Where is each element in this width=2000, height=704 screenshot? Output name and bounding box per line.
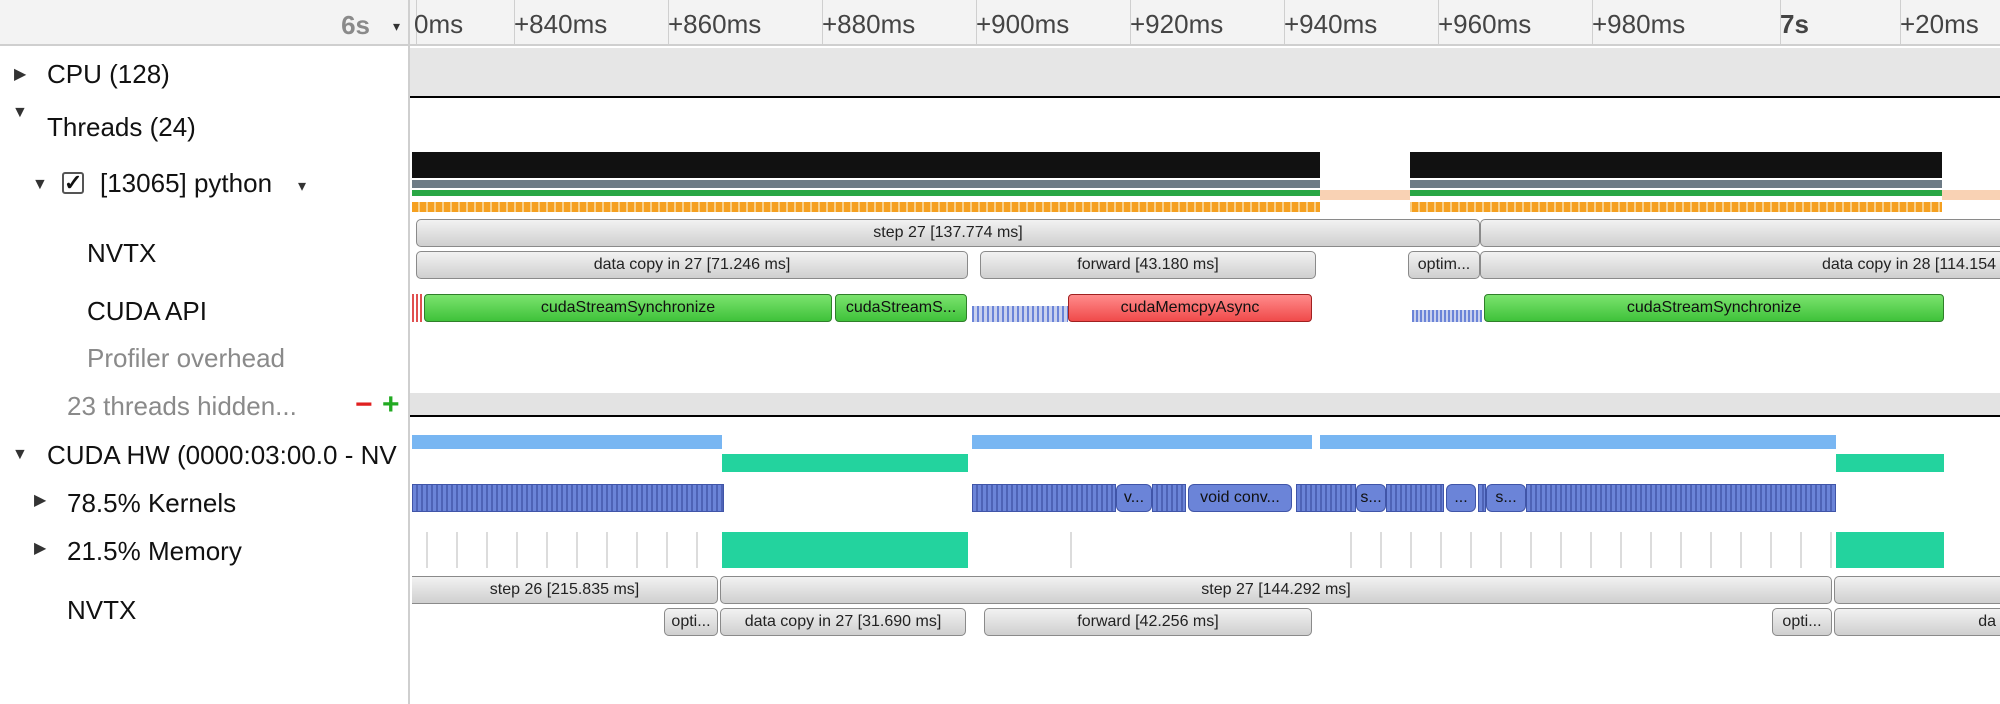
nvtx-range-forward[interactable]: forward [43.180 ms] <box>980 251 1316 279</box>
api-call-stream-sync[interactable]: cudaStreamS... <box>835 294 967 322</box>
memory-small-ops <box>412 532 722 568</box>
gpu-utilization-bar <box>1320 435 1836 449</box>
tree-item-threads[interactable]: Threads (24) <box>47 112 196 143</box>
tree-item-profiler-overhead[interactable]: Profiler overhead <box>87 343 285 374</box>
hidden-threads-label[interactable]: 23 threads hidden... <box>67 391 297 422</box>
nvtx-range-data-copy-28[interactable]: data copy in 28 [114.154 <box>1480 251 2000 279</box>
thread-gap <box>1320 202 1410 212</box>
kernel-block[interactable]: ... <box>1446 484 1476 512</box>
thread-state-bar <box>1410 180 1942 188</box>
kernel-stream[interactable] <box>412 484 724 512</box>
kernel-stream[interactable] <box>1526 484 1836 512</box>
tree-panel: 6s ▾ ▶ CPU (128) ▼ Threads (24) ▼ ✓ [130… <box>0 0 410 704</box>
nvtx-range-data-copy-hw[interactable]: data copy in 27 [31.690 ms] <box>720 608 966 636</box>
zoom-level[interactable]: 6s <box>341 10 370 41</box>
nvtx-range-forward-hw[interactable]: forward [42.256 ms] <box>984 608 1312 636</box>
collapse-cuda-hw-icon[interactable]: ▼ <box>12 446 28 464</box>
nvtx-range-optim-hw[interactable]: opti... <box>664 608 718 636</box>
thread-green-bar <box>1410 190 1942 196</box>
thread-green-bar <box>412 190 1320 196</box>
nvtx-range-step-27-hw[interactable]: step 27 [144.292 ms] <box>720 576 1832 604</box>
tree-item-cuda-hw[interactable]: CUDA HW (0000:03:00.0 - NV <box>47 440 397 471</box>
nvtx-range-optim-hw[interactable]: opti... <box>1772 608 1832 636</box>
expand-cpu-icon[interactable]: ▶ <box>14 64 26 84</box>
kernel-block[interactable]: void conv... <box>1188 484 1292 512</box>
collapse-threads-icon[interactable]: ▼ <box>12 104 28 122</box>
tree-item-memory[interactable]: 21.5% Memory <box>67 536 242 567</box>
hide-thread-button[interactable]: − <box>355 388 373 422</box>
api-small-calls <box>1412 310 1482 322</box>
tree-item-kernels[interactable]: 78.5% Kernels <box>67 488 236 519</box>
kernel-stream[interactable] <box>1152 484 1186 512</box>
thread-activity-bar[interactable] <box>1410 152 1942 178</box>
thread-state-bar <box>412 180 1320 188</box>
tick-label: +920ms <box>1130 9 1224 39</box>
tick-label: +980ms <box>1592 9 1686 39</box>
show-thread-button[interactable]: + <box>382 388 400 422</box>
api-call-stream-sync[interactable]: cudaStreamSynchronize <box>424 294 832 322</box>
kernel-block[interactable]: s... <box>1486 484 1526 512</box>
kernel-block[interactable]: v... <box>1116 484 1152 512</box>
tick-label: +900ms <box>976 9 1070 39</box>
kernel-stream[interactable] <box>972 484 1116 512</box>
kernel-block[interactable]: s... <box>1356 484 1386 512</box>
tick-label: +840ms <box>514 9 608 39</box>
thread-activity-bar[interactable] <box>412 152 1320 178</box>
zoom-header: 6s ▾ <box>0 0 408 46</box>
tree-item-hw-nvtx[interactable]: NVTX <box>67 595 136 626</box>
tree-item-cpu[interactable]: CPU (128) <box>47 59 170 90</box>
collapse-process-icon[interactable]: ▼ <box>32 176 48 194</box>
kernel-stream[interactable] <box>1478 484 1486 512</box>
gpu-utilization-bar <box>412 435 722 449</box>
memory-op[interactable] <box>722 532 968 568</box>
memory-op[interactable] <box>1836 532 1944 568</box>
tick-label: +960ms <box>1438 9 1532 39</box>
gpu-utilization-bar <box>972 435 1312 449</box>
kernel-stream[interactable] <box>1296 484 1356 512</box>
gpu-memcpy-bar <box>722 454 968 472</box>
gpu-memcpy-bar <box>1836 454 1944 472</box>
api-small-calls <box>412 294 424 322</box>
memory-small-ops <box>1336 532 1836 568</box>
tree-item-process[interactable]: [13065] python <box>100 168 272 199</box>
zoom-dropdown-icon[interactable]: ▾ <box>393 18 400 35</box>
api-call-stream-sync[interactable]: cudaStreamSynchronize <box>1484 294 1944 322</box>
process-checkbox[interactable]: ✓ <box>62 172 84 194</box>
separator <box>410 415 2000 417</box>
kernel-stream[interactable] <box>1386 484 1444 512</box>
tick-label: 7s <box>1780 9 1809 39</box>
tree-item-nvtx[interactable]: NVTX <box>87 238 156 269</box>
tick-label: +860ms <box>668 9 762 39</box>
nvtx-range-step-27[interactable]: step 27 [137.774 ms] <box>416 219 1480 247</box>
api-call-memcpy-async[interactable]: cudaMemcpyAsync <box>1068 294 1312 322</box>
tree-item-cuda-api[interactable]: CUDA API <box>87 296 207 327</box>
nvtx-range-next-hw[interactable] <box>1834 576 2000 604</box>
thread-idle-bar <box>1320 190 1410 200</box>
tick-label: 0ms <box>414 9 464 39</box>
expand-memory-icon[interactable]: ▶ <box>34 538 46 558</box>
nvtx-range-next[interactable] <box>1480 219 2000 247</box>
hidden-threads-track[interactable] <box>410 393 2000 415</box>
thread-idle-bar <box>1942 190 2000 200</box>
memory-small-ops <box>1056 532 1072 568</box>
tick-label: +880ms <box>822 9 916 39</box>
expand-kernels-icon[interactable]: ▶ <box>34 490 46 510</box>
nvtx-range-optim[interactable]: optim... <box>1408 251 1480 279</box>
tick-label: +20ms <box>1900 9 1979 39</box>
separator <box>410 96 2000 98</box>
api-small-calls <box>972 306 1068 322</box>
nvtx-range-data-copy[interactable]: data copy in 27 [71.246 ms] <box>416 251 968 279</box>
nvtx-range-data-copy-next-hw[interactable]: da <box>1834 608 2000 636</box>
thread-sampling-bar <box>412 202 1942 212</box>
time-ruler[interactable]: 0ms +840ms +860ms +880ms +900ms +920ms +… <box>410 0 2000 46</box>
tick-label: +940ms <box>1284 9 1378 39</box>
cpu-track[interactable] <box>410 48 2000 96</box>
process-menu-caret-icon[interactable]: ▾ <box>298 176 306 196</box>
nvtx-range-step-26[interactable]: step 26 [215.835 ms] <box>412 576 718 604</box>
